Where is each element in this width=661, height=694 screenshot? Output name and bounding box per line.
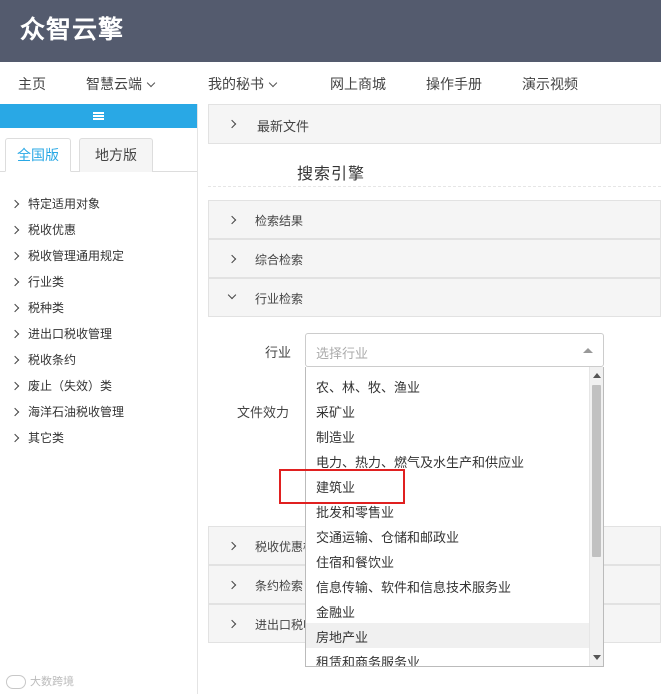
sidebar-item-tax-types[interactable]: 税种类 xyxy=(10,299,65,316)
sidebar-item-tax-treaties[interactable]: 税收条约 xyxy=(10,351,77,368)
chevron-right-icon xyxy=(10,277,20,287)
watermark-text: 大数跨境 xyxy=(30,675,74,688)
chevron-down-icon xyxy=(146,78,156,88)
chevron-down-icon xyxy=(227,290,237,300)
panel-label: 检索结果 xyxy=(255,214,304,228)
panel-search-results[interactable]: 检索结果 xyxy=(208,200,661,239)
industry-option[interactable]: 农、林、牧、渔业 xyxy=(316,377,420,396)
nav-item-home[interactable]: 主页 xyxy=(18,74,46,94)
sidebar-item-label: 税收管理通用规定 xyxy=(28,249,125,263)
divider xyxy=(208,186,661,187)
sidebar-item-specific-objects[interactable]: 特定适用对象 xyxy=(10,195,101,212)
sidebar-item-label: 税收条约 xyxy=(28,353,77,367)
sidebar-tabs: 全国版 地方版 xyxy=(0,138,197,172)
sidebar: 全国版 地方版 特定适用对象 税收优惠 税收管理通用规定 行业类 税种类 进出口… xyxy=(0,104,198,694)
watermark-logo-icon xyxy=(6,675,26,689)
industry-option[interactable]: 制造业 xyxy=(316,427,355,446)
industry-label: 行业 xyxy=(265,346,292,361)
industry-option[interactable]: 采矿业 xyxy=(316,402,355,421)
sidebar-item-label: 税种类 xyxy=(28,301,65,315)
scroll-down-arrow-icon[interactable] xyxy=(593,655,601,660)
nav-item-manual[interactable]: 操作手册 xyxy=(426,74,482,94)
nav-item-smart-cloud[interactable]: 智慧云端 xyxy=(86,74,156,94)
sidebar-item-label: 海洋石油税收管理 xyxy=(28,405,125,419)
chevron-right-icon xyxy=(227,619,237,629)
chevron-right-icon xyxy=(227,541,237,551)
sidebar-item-offshore-oil[interactable]: 海洋石油税收管理 xyxy=(10,403,125,420)
search-engine-title: 搜索引擎 xyxy=(297,164,366,183)
sidebar-item-label: 税收优惠 xyxy=(28,223,77,237)
nav-label: 操作手册 xyxy=(426,77,482,93)
caret-up-icon xyxy=(583,348,593,353)
dropdown-scrollbar[interactable] xyxy=(589,367,603,666)
industry-dropdown-list[interactable]: 农、林、牧、渔业 采矿业 制造业 电力、热力、燃气及水生产和供应业 建筑业 批发… xyxy=(305,367,604,667)
chevron-right-icon xyxy=(227,580,237,590)
chevron-right-icon xyxy=(10,251,20,261)
sidebar-toggle-bar[interactable] xyxy=(0,104,197,128)
tab-national[interactable]: 全国版 xyxy=(5,138,71,172)
panel-label: 条约检索 xyxy=(255,579,304,593)
sidebar-item-import-export[interactable]: 进出口税收管理 xyxy=(10,325,113,342)
watermark: 大数跨境 xyxy=(6,673,74,689)
nav-label: 智慧云端 xyxy=(86,77,142,93)
sidebar-item-label: 其它类 xyxy=(28,431,65,445)
chevron-right-icon xyxy=(227,119,237,129)
industry-option[interactable]: 金融业 xyxy=(316,602,355,621)
industry-option[interactable]: 住宿和餐饮业 xyxy=(316,552,394,571)
sidebar-item-label: 行业类 xyxy=(28,275,65,289)
scrollbar-thumb[interactable] xyxy=(592,385,601,557)
nav-item-online-store[interactable]: 网上商城 xyxy=(330,74,386,94)
panel-comprehensive-search[interactable]: 综合检索 xyxy=(208,239,661,278)
panel-industry-search[interactable]: 行业检索 xyxy=(208,278,661,317)
sidebar-item-others[interactable]: 其它类 xyxy=(10,429,65,446)
chevron-right-icon xyxy=(10,355,20,365)
chevron-right-icon xyxy=(227,215,237,225)
industry-option[interactable]: 信息传输、软件和信息技术服务业 xyxy=(316,577,511,596)
nav-label: 网上商城 xyxy=(330,77,386,93)
chevron-down-icon xyxy=(268,78,278,88)
industry-select-placeholder: 选择行业 xyxy=(316,347,369,362)
industry-option[interactable]: 批发和零售业 xyxy=(316,502,394,521)
nav-item-my-secretary[interactable]: 我的秘书 xyxy=(208,74,278,94)
industry-select[interactable]: 选择行业 xyxy=(305,333,604,367)
sidebar-item-label: 特定适用对象 xyxy=(28,197,101,211)
file-effect-label: 文件效力 xyxy=(237,406,290,421)
chevron-right-icon xyxy=(10,433,20,443)
nav-label: 主页 xyxy=(18,77,46,93)
scroll-up-arrow-icon[interactable] xyxy=(593,373,601,378)
annotation-highlight-box xyxy=(279,469,405,504)
sidebar-item-repealed[interactable]: 废止（失效）类 xyxy=(10,377,113,394)
chevron-right-icon xyxy=(10,381,20,391)
nav-label: 我的秘书 xyxy=(208,77,264,93)
sidebar-item-tax-incentives[interactable]: 税收优惠 xyxy=(10,221,77,238)
nav-item-demo-video[interactable]: 演示视频 xyxy=(522,74,578,94)
app-logo[interactable]: 众智云擎 xyxy=(20,10,124,46)
sidebar-item-general-rules[interactable]: 税收管理通用规定 xyxy=(10,247,125,264)
chevron-right-icon xyxy=(10,225,20,235)
top-nav: 主页 智慧云端 我的秘书 网上商城 操作手册 演示视频 xyxy=(0,62,661,104)
chevron-right-icon xyxy=(10,329,20,339)
industry-option[interactable]: 租赁和商务服务业 xyxy=(316,652,420,666)
hamburger-icon[interactable] xyxy=(93,112,104,120)
sidebar-item-label: 进出口税收管理 xyxy=(28,327,113,341)
panel-label: 行业检索 xyxy=(255,292,304,306)
chevron-right-icon xyxy=(10,199,20,209)
chevron-right-icon xyxy=(10,303,20,313)
chevron-right-icon xyxy=(227,254,237,264)
sidebar-item-industry[interactable]: 行业类 xyxy=(10,273,65,290)
chevron-right-icon xyxy=(10,407,20,417)
latest-files-panel[interactable]: 最新文件 xyxy=(208,104,661,144)
industry-option[interactable]: 房地产业 xyxy=(316,627,368,646)
latest-files-label: 最新文件 xyxy=(257,120,310,135)
sidebar-item-label: 废止（失效）类 xyxy=(28,379,113,393)
panel-label: 综合检索 xyxy=(255,253,304,267)
nav-label: 演示视频 xyxy=(522,77,578,93)
app-header: 众智云擎 xyxy=(0,0,661,62)
industry-option[interactable]: 交通运输、仓储和邮政业 xyxy=(316,527,459,546)
tab-local[interactable]: 地方版 xyxy=(79,138,153,172)
